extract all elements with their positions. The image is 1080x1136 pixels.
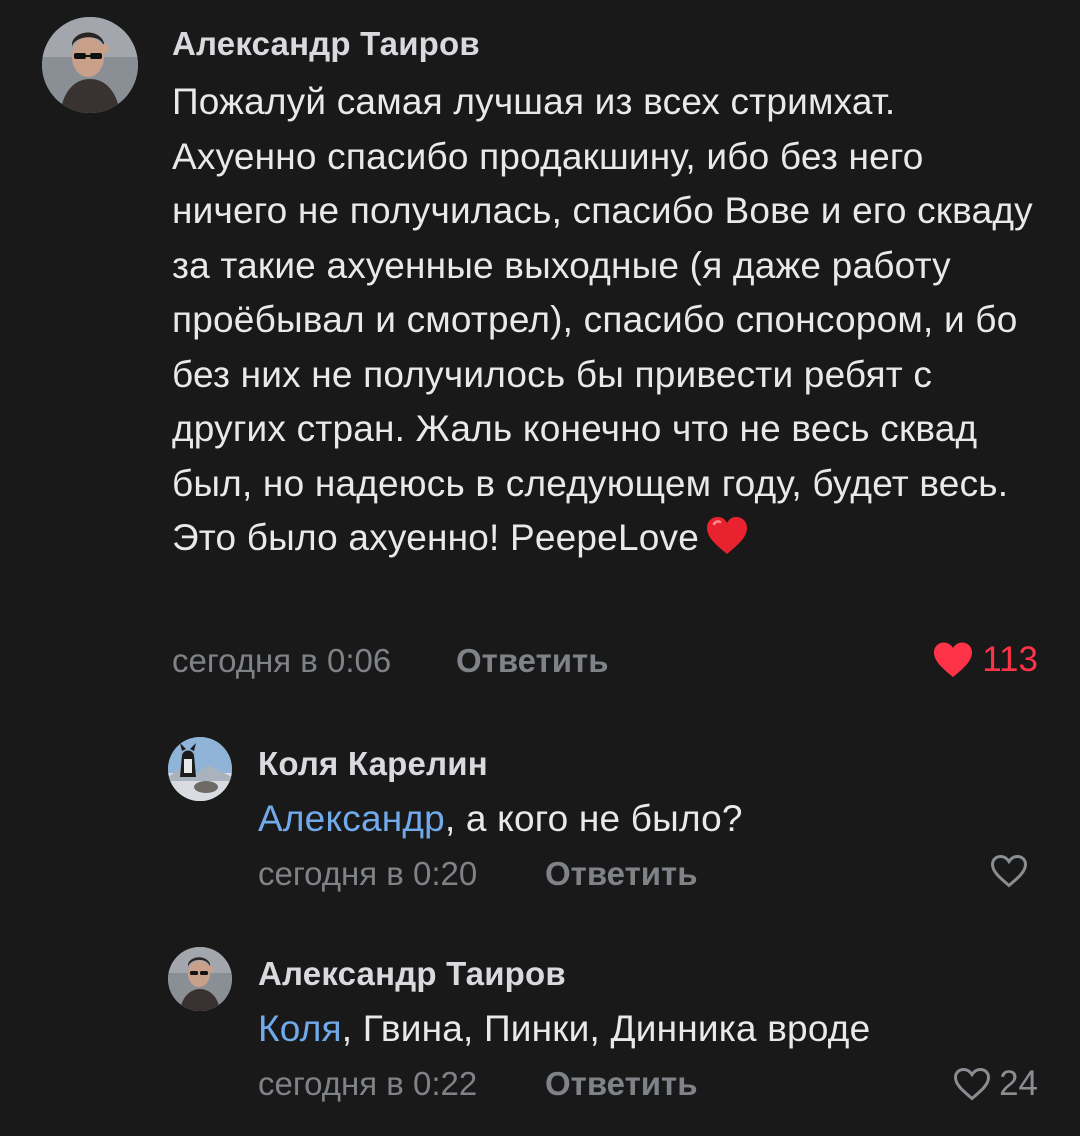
avatar-photo-icon — [168, 947, 232, 1011]
avatar[interactable] — [168, 737, 232, 801]
reply-comment: Александр Таиров Коля, Гвина, Пинки, Дин… — [0, 930, 1080, 1120]
like-button[interactable]: 24 — [953, 1064, 1038, 1104]
comment-text: Александр, а кого не было? — [258, 792, 1048, 847]
like-count: 24 — [999, 1064, 1038, 1103]
heart-outline-icon — [954, 1067, 991, 1101]
reply-button[interactable]: Ответить — [545, 1065, 698, 1103]
avatar-photo-icon — [168, 737, 232, 801]
heart-filled-icon — [934, 642, 973, 677]
comment-time: сегодня в 0:22 — [258, 1065, 478, 1102]
heart-outline-icon — [990, 854, 1028, 888]
reply-comment: Коля Карелин Александр, а кого не было? … — [0, 720, 1080, 910]
avatar[interactable] — [168, 947, 232, 1011]
mention-link[interactable]: Коля — [258, 1008, 342, 1049]
comment-author[interactable]: Александр Таиров — [258, 955, 566, 993]
comment-time: сегодня в 0:20 — [258, 855, 478, 892]
like-count: 113 — [982, 640, 1038, 679]
red-heart-emoji-icon — [707, 517, 747, 554]
comment-body: Пожалуй самая лучшая из всех стримхат. А… — [172, 81, 1033, 558]
comment-author[interactable]: Александр Таиров — [172, 25, 480, 63]
avatar-photo-icon — [42, 17, 138, 113]
comment-text: Коля, Гвина, Пинки, Динника вроде — [258, 1002, 1048, 1057]
comment-body: , а кого не было? — [444, 798, 743, 839]
reply-button[interactable]: Ответить — [545, 855, 698, 893]
comment: Александр Таиров Пожалуй самая лучшая из… — [0, 0, 1080, 700]
like-button[interactable] — [990, 854, 1036, 888]
comment-author[interactable]: Коля Карелин — [258, 745, 488, 783]
like-button[interactable]: 113 — [932, 640, 1038, 680]
comment-text: Пожалуй самая лучшая из всех стримхат. А… — [172, 75, 1042, 566]
mention-link[interactable]: Александр — [258, 798, 445, 839]
reply-button[interactable]: Ответить — [456, 642, 609, 680]
comment-time: сегодня в 0:06 — [172, 642, 392, 679]
avatar[interactable] — [42, 17, 138, 113]
comment-body: , Гвина, Пинки, Динника вроде — [341, 1008, 871, 1049]
